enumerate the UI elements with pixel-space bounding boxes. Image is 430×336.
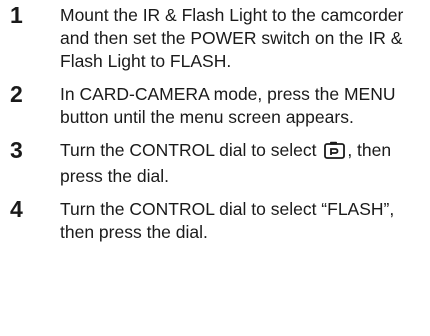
instruction-steps: 1 Mount the IR & Flash Light to the camc…: [8, 4, 426, 254]
camera-settings-icon: [324, 141, 346, 165]
step-text: In CARD-CAMERA mode, press the MENU butt…: [60, 84, 396, 127]
step-3: 3 Turn the CONTROL dial to select , then…: [8, 139, 426, 188]
step-1: 1 Mount the IR & Flash Light to the camc…: [8, 4, 426, 73]
step-text-before-icon: Turn the CONTROL dial to select: [60, 140, 317, 160]
step-number: 4: [10, 196, 23, 222]
step-text: Turn the CONTROL dial to select “FLASH”,…: [60, 199, 395, 242]
step-number: 1: [10, 2, 23, 28]
step-text: Mount the IR & Flash Light to the camcor…: [60, 5, 404, 71]
step-number: 3: [10, 137, 23, 163]
step-2: 2 In CARD-CAMERA mode, press the MENU bu…: [8, 83, 426, 129]
step-text: Turn the CONTROL dial to select , then p…: [60, 139, 420, 188]
step-4: 4 Turn the CONTROL dial to select “FLASH…: [8, 198, 426, 244]
step-number: 2: [10, 81, 23, 107]
